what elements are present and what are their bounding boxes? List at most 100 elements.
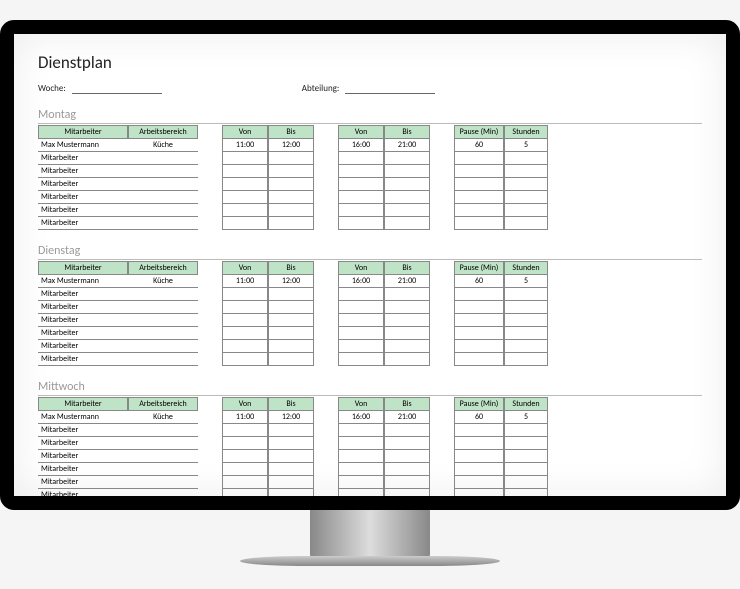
- employee-cell[interactable]: Mitarbeiter: [38, 489, 128, 502]
- employee-cell[interactable]: Mitarbeiter: [38, 327, 128, 340]
- to1-cell[interactable]: [268, 301, 314, 314]
- area-cell[interactable]: [128, 437, 198, 450]
- area-cell[interactable]: [128, 191, 198, 204]
- pause-cell[interactable]: [454, 476, 504, 489]
- from1-cell[interactable]: 11:00: [222, 275, 268, 288]
- to2-cell[interactable]: [384, 301, 430, 314]
- pause-cell[interactable]: [454, 217, 504, 230]
- pause-cell[interactable]: [454, 191, 504, 204]
- to1-cell[interactable]: [268, 437, 314, 450]
- from1-cell[interactable]: [222, 152, 268, 165]
- employee-cell[interactable]: Mitarbeiter: [38, 191, 128, 204]
- pause-cell[interactable]: 60: [454, 411, 504, 424]
- to2-cell[interactable]: [384, 288, 430, 301]
- area-cell[interactable]: [128, 463, 198, 476]
- area-cell[interactable]: [128, 288, 198, 301]
- pause-cell[interactable]: [454, 489, 504, 502]
- from2-cell[interactable]: [338, 217, 384, 230]
- to2-cell[interactable]: [384, 424, 430, 437]
- pause-cell[interactable]: [454, 288, 504, 301]
- employee-cell[interactable]: Mitarbeiter: [38, 217, 128, 230]
- employee-cell[interactable]: Max Mustermann: [38, 275, 128, 288]
- from2-cell[interactable]: [338, 424, 384, 437]
- from2-cell[interactable]: [338, 152, 384, 165]
- from1-cell[interactable]: [222, 424, 268, 437]
- to2-cell[interactable]: [384, 314, 430, 327]
- pause-cell[interactable]: [454, 463, 504, 476]
- from2-cell[interactable]: [338, 165, 384, 178]
- to1-cell[interactable]: [268, 450, 314, 463]
- from2-cell[interactable]: 16:00: [338, 139, 384, 152]
- from2-cell[interactable]: [338, 191, 384, 204]
- from1-cell[interactable]: [222, 450, 268, 463]
- from2-cell[interactable]: [338, 437, 384, 450]
- employee-cell[interactable]: Mitarbeiter: [38, 476, 128, 489]
- from1-cell[interactable]: [222, 437, 268, 450]
- department-input[interactable]: [345, 84, 435, 94]
- pause-cell[interactable]: [454, 450, 504, 463]
- to1-cell[interactable]: [268, 165, 314, 178]
- from1-cell[interactable]: [222, 165, 268, 178]
- pause-cell[interactable]: [454, 152, 504, 165]
- week-input[interactable]: [72, 84, 162, 94]
- pause-cell[interactable]: [454, 327, 504, 340]
- employee-cell[interactable]: Mitarbeiter: [38, 178, 128, 191]
- from1-cell[interactable]: [222, 327, 268, 340]
- to1-cell[interactable]: [268, 217, 314, 230]
- to1-cell[interactable]: [268, 476, 314, 489]
- pause-cell[interactable]: [454, 353, 504, 366]
- area-cell[interactable]: [128, 301, 198, 314]
- from2-cell[interactable]: [338, 314, 384, 327]
- to1-cell[interactable]: 12:00: [268, 411, 314, 424]
- employee-cell[interactable]: Mitarbeiter: [38, 314, 128, 327]
- employee-cell[interactable]: Max Mustermann: [38, 411, 128, 424]
- employee-cell[interactable]: Mitarbeiter: [38, 165, 128, 178]
- from1-cell[interactable]: [222, 288, 268, 301]
- area-cell[interactable]: Küche: [128, 139, 198, 152]
- area-cell[interactable]: [128, 152, 198, 165]
- pause-cell[interactable]: [454, 424, 504, 437]
- from1-cell[interactable]: [222, 353, 268, 366]
- area-cell[interactable]: [128, 204, 198, 217]
- from1-cell[interactable]: [222, 476, 268, 489]
- from1-cell[interactable]: [222, 301, 268, 314]
- from1-cell[interactable]: 11:00: [222, 139, 268, 152]
- from1-cell[interactable]: [222, 178, 268, 191]
- employee-cell[interactable]: Mitarbeiter: [38, 288, 128, 301]
- to2-cell[interactable]: 21:00: [384, 275, 430, 288]
- to1-cell[interactable]: [268, 204, 314, 217]
- to2-cell[interactable]: [384, 165, 430, 178]
- from2-cell[interactable]: [338, 489, 384, 502]
- to1-cell[interactable]: [268, 424, 314, 437]
- to1-cell[interactable]: [268, 327, 314, 340]
- to1-cell[interactable]: [268, 288, 314, 301]
- to1-cell[interactable]: [268, 353, 314, 366]
- to2-cell[interactable]: [384, 340, 430, 353]
- from2-cell[interactable]: 16:00: [338, 411, 384, 424]
- to2-cell[interactable]: 21:00: [384, 139, 430, 152]
- to2-cell[interactable]: [384, 217, 430, 230]
- from2-cell[interactable]: [338, 178, 384, 191]
- employee-cell[interactable]: Mitarbeiter: [38, 463, 128, 476]
- to2-cell[interactable]: [384, 327, 430, 340]
- pause-cell[interactable]: [454, 178, 504, 191]
- from1-cell[interactable]: 11:00: [222, 411, 268, 424]
- to1-cell[interactable]: [268, 178, 314, 191]
- to2-cell[interactable]: [384, 353, 430, 366]
- employee-cell[interactable]: Mitarbeiter: [38, 152, 128, 165]
- from2-cell[interactable]: [338, 463, 384, 476]
- pause-cell[interactable]: [454, 165, 504, 178]
- pause-cell[interactable]: 60: [454, 275, 504, 288]
- employee-cell[interactable]: Mitarbeiter: [38, 340, 128, 353]
- from1-cell[interactable]: [222, 217, 268, 230]
- pause-cell[interactable]: [454, 301, 504, 314]
- to1-cell[interactable]: [268, 489, 314, 502]
- employee-cell[interactable]: Mitarbeiter: [38, 424, 128, 437]
- to2-cell[interactable]: [384, 152, 430, 165]
- from1-cell[interactable]: [222, 191, 268, 204]
- pause-cell[interactable]: [454, 437, 504, 450]
- to2-cell[interactable]: [384, 437, 430, 450]
- area-cell[interactable]: Küche: [128, 275, 198, 288]
- to2-cell[interactable]: [384, 489, 430, 502]
- employee-cell[interactable]: Mitarbeiter: [38, 204, 128, 217]
